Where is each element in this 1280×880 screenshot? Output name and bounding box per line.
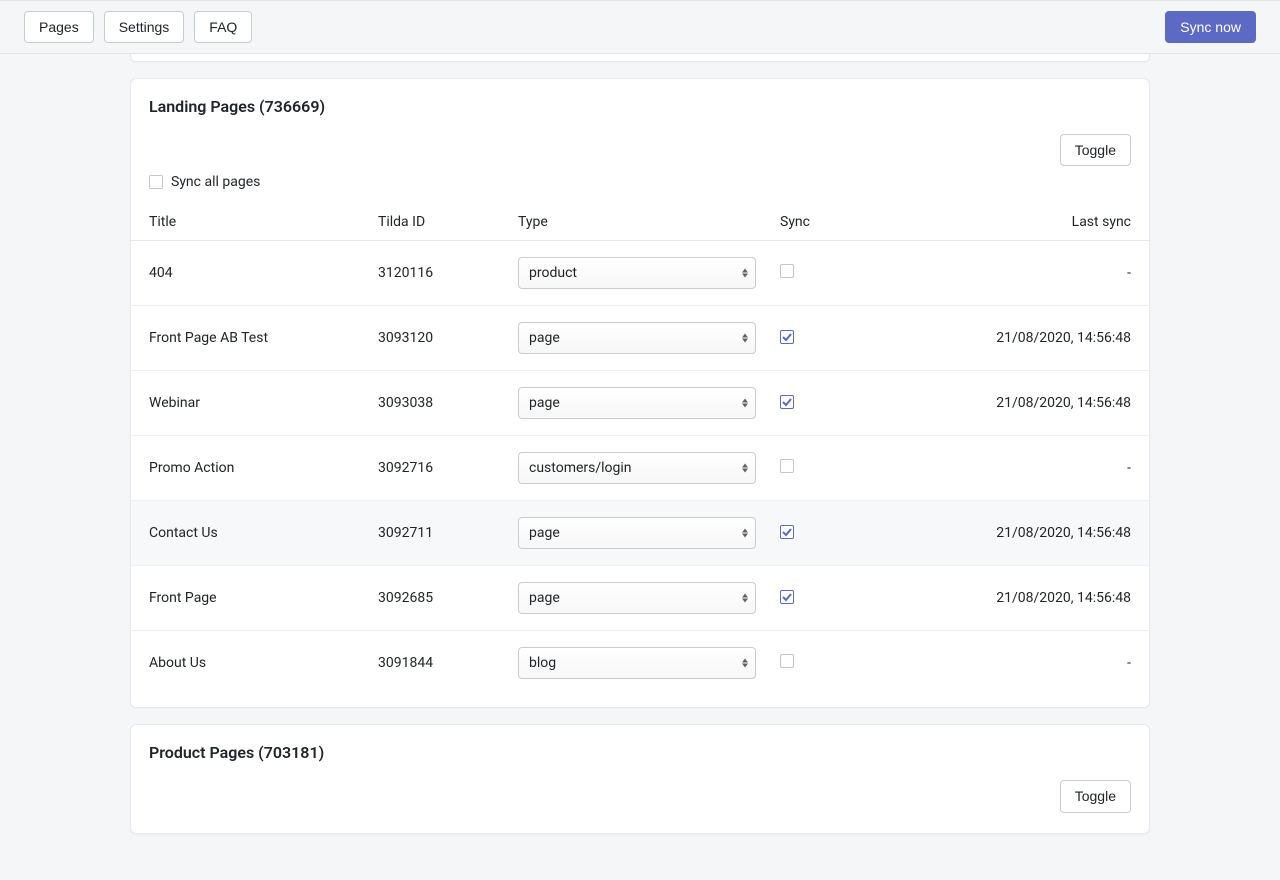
toggle-button-product[interactable]: Toggle [1060,780,1131,812]
row-type-cell: page [506,501,768,566]
type-select[interactable]: page [518,582,756,614]
nav-faq-button[interactable]: FAQ [194,11,252,43]
sync-all-label: Sync all pages [171,174,260,190]
sync-checkbox[interactable] [780,264,794,278]
nav-pages-button[interactable]: Pages [24,11,94,43]
table-row: Contact Us3092711 page 21/08/2020, 14:56:4… [131,501,1149,566]
sync-all-checkbox[interactable] [149,175,163,189]
row-tilda-id: 3093120 [366,306,506,371]
row-type-cell: blog [506,631,768,696]
landing-pages-title: Landing Pages (736669) [131,97,1149,134]
type-select-value: page [518,322,756,354]
row-type-cell: page [506,566,768,631]
row-last-sync: - [868,241,1149,306]
row-title: About Us [131,631,366,696]
sync-checkbox[interactable] [780,330,794,344]
row-sync-cell [768,306,868,371]
sync-checkbox[interactable] [780,654,794,668]
col-type: Type [506,204,768,241]
row-sync-cell [768,501,868,566]
row-sync-cell [768,371,868,436]
table-row: About Us3091844 blog - [131,631,1149,696]
landing-pages-card: Landing Pages (736669) Toggle Sync all p… [130,78,1150,708]
type-select-value: blog [518,647,756,679]
row-last-sync: 21/08/2020, 14:56:48 [868,501,1149,566]
row-title: Front Page AB Test [131,306,366,371]
type-select[interactable]: page [518,387,756,419]
toggle-button[interactable]: Toggle [1060,134,1131,166]
table-row: Webinar3093038 page 21/08/2020, 14:56:48 [131,371,1149,436]
type-select[interactable]: page [518,517,756,549]
row-last-sync: 21/08/2020, 14:56:48 [868,371,1149,436]
pages-table: Title Tilda ID Type Sync Last sync 40431… [131,204,1149,695]
row-type-cell: page [506,371,768,436]
row-tilda-id: 3091844 [366,631,506,696]
type-select-value: page [518,387,756,419]
row-tilda-id: 3092685 [366,566,506,631]
row-type-cell: product [506,241,768,306]
previous-card-sliver [130,54,1150,62]
row-tilda-id: 3092711 [366,501,506,566]
type-select[interactable]: blog [518,647,756,679]
sync-checkbox[interactable] [780,395,794,409]
type-select-value: page [518,582,756,614]
row-title: Promo Action [131,436,366,501]
sync-now-button[interactable]: Sync now [1165,11,1256,43]
col-tilda-id: Tilda ID [366,204,506,241]
product-pages-title: Product Pages (703181) [131,743,1149,780]
row-title: Front Page [131,566,366,631]
row-title: Webinar [131,371,366,436]
row-sync-cell [768,241,868,306]
row-title: Contact Us [131,501,366,566]
product-pages-card: Product Pages (703181) Toggle [130,724,1150,833]
row-tilda-id: 3093038 [366,371,506,436]
table-row: 4043120116 product - [131,241,1149,306]
row-type-cell: page [506,306,768,371]
row-type-cell: customers/login [506,436,768,501]
main: Landing Pages (736669) Toggle Sync all p… [0,54,1280,879]
type-select-value: product [518,257,756,289]
col-sync: Sync [768,204,868,241]
type-select[interactable]: product [518,257,756,289]
sync-checkbox[interactable] [780,459,794,473]
row-last-sync: - [868,631,1149,696]
row-sync-cell [768,566,868,631]
row-tilda-id: 3120116 [366,241,506,306]
sync-checkbox[interactable] [780,525,794,539]
col-last-sync: Last sync [868,204,1149,241]
table-row: Promo Action3092716 customers/login - [131,436,1149,501]
row-last-sync: 21/08/2020, 14:56:48 [868,566,1149,631]
sync-checkbox[interactable] [780,590,794,604]
type-select-value: page [518,517,756,549]
table-row: Front Page3092685 page 21/08/2020, 14:56:4… [131,566,1149,631]
nav-buttons: Pages Settings FAQ [24,11,252,43]
row-tilda-id: 3092716 [366,436,506,501]
row-title: 404 [131,241,366,306]
row-last-sync: - [868,436,1149,501]
row-sync-cell [768,436,868,501]
col-title: Title [131,204,366,241]
type-select[interactable]: customers/login [518,452,756,484]
row-last-sync: 21/08/2020, 14:56:48 [868,306,1149,371]
topbar: Pages Settings FAQ Sync now [0,0,1280,54]
nav-settings-button[interactable]: Settings [104,11,185,43]
type-select-value: customers/login [518,452,756,484]
row-sync-cell [768,631,868,696]
table-row: Front Page AB Test3093120 page 21/08/2020,… [131,306,1149,371]
type-select[interactable]: page [518,322,756,354]
